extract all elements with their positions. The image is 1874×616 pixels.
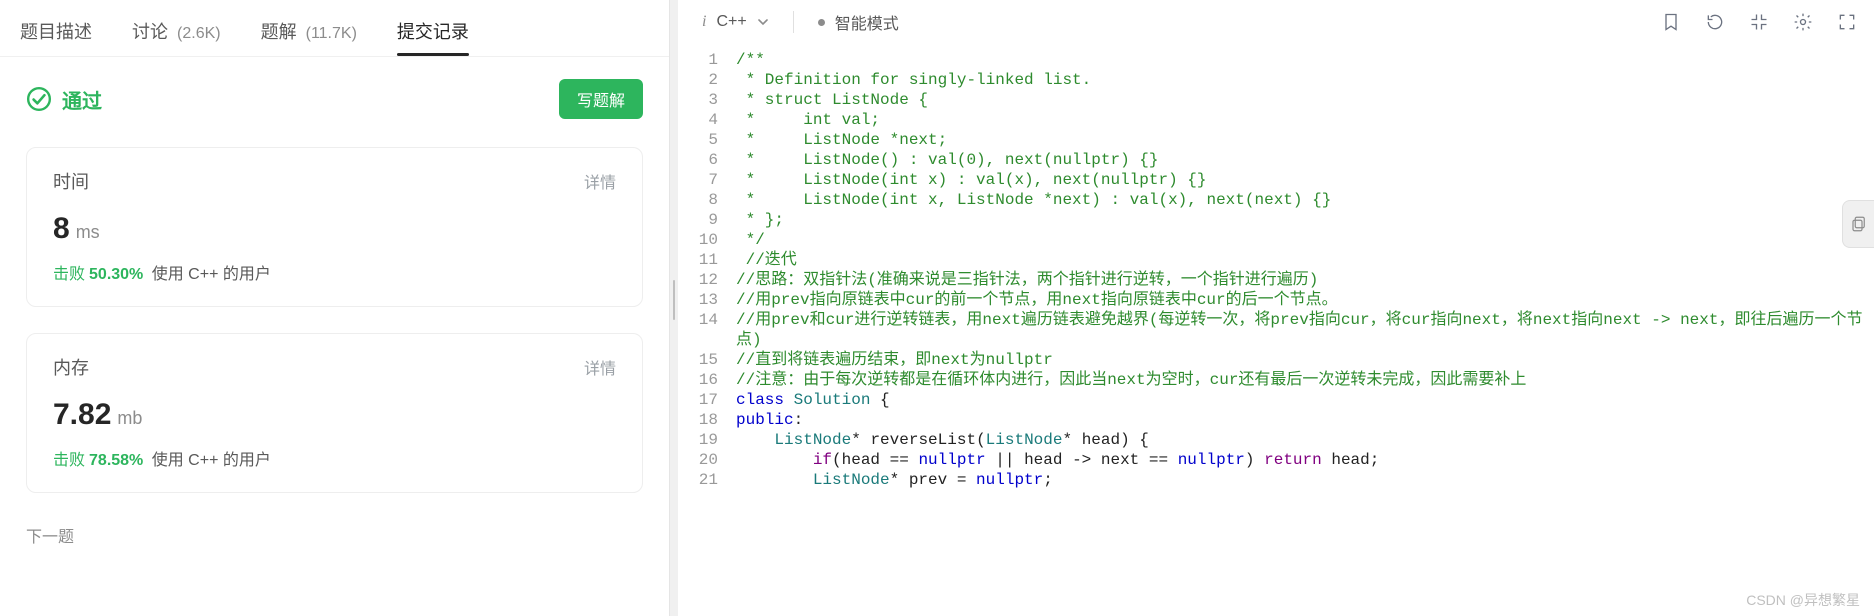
memory-beats: 击败78.58% 使用 C++ 的用户 [53,446,616,470]
info-icon: i [702,13,706,31]
write-solution-button[interactable]: 写题解 [559,79,643,119]
line-number-gutter: 1234567891011121314 15161718192021 [678,44,732,616]
runtime-beats-prefix: 击败 [53,266,85,283]
runtime-unit: ms [76,222,100,242]
memory-beats-prefix: 击败 [53,452,85,469]
memory-beats-suffix: 使用 C++ 的用户 [152,452,271,469]
memory-unit: mb [117,408,142,428]
editor-mode[interactable]: 智能模式 [818,10,899,34]
runtime-beats-suffix: 使用 C++ 的用户 [152,266,271,283]
bookmark-icon[interactable] [1660,11,1682,33]
problem-tabs: 题目描述 讨论 (2.6K) 题解 (11.7K) 提交记录 [0,0,669,57]
settings-icon[interactable] [1792,11,1814,33]
runtime-beats: 击败50.30% 使用 C++ 的用户 [53,260,616,284]
pane-resize-handle[interactable] [670,0,678,616]
tab-submissions[interactable]: 提交记录 [397,18,469,44]
memory-beats-pct: 78.58% [89,452,143,469]
next-question-link[interactable]: 下一题 [26,519,643,557]
check-circle-icon [26,86,52,112]
tab-description[interactable]: 题目描述 [20,18,92,44]
mode-label: 智能模式 [835,10,899,34]
runtime-title: 时间 [53,168,89,194]
memory-value: 7.82 mb [53,398,616,432]
status-text: 通过 [62,85,102,114]
runtime-beats-pct: 50.30% [89,266,143,283]
right-side-tab[interactable] [1842,200,1874,248]
memory-detail-link[interactable]: 详情 [584,355,616,379]
runtime-detail-link[interactable]: 详情 [584,169,616,193]
fullscreen-icon[interactable] [1836,11,1858,33]
submission-status: 通过 [26,85,102,114]
code-editor-pane: i C++ 智能模式 1234567891011121314 15161718 [678,0,1874,616]
runtime-number: 8 [53,212,70,245]
toolbar-divider [793,11,794,33]
memory-card: 内存 详情 7.82 mb 击败78.58% 使用 C++ 的用户 [26,333,643,493]
submission-result-body: 通过 写题解 时间 详情 8ms 击败50.30% 使用 C++ 的用户 [0,57,669,613]
memory-number: 7.82 [53,398,111,431]
problem-left-pane: 题目描述 讨论 (2.6K) 题解 (11.7K) 提交记录 通过 写题解 [0,0,670,616]
shortcuts-icon[interactable] [1748,11,1770,33]
tab-solution-label: 题解 [261,22,297,42]
tab-solution[interactable]: 题解 (11.7K) [261,18,357,44]
mode-dot-icon [818,19,825,26]
editor-toolbar: i C++ 智能模式 [678,0,1874,44]
runtime-value: 8 ms [53,212,616,246]
reset-icon[interactable] [1704,11,1726,33]
language-label: C++ [716,13,746,31]
tab-discussion[interactable]: 讨论 (2.6K) [132,18,221,44]
memory-title: 内存 [53,354,89,380]
code-content[interactable]: /** * Definition for singly-linked list.… [732,44,1874,616]
tab-solution-count: (11.7K) [306,25,357,42]
runtime-card: 时间 详情 8 ms 击败50.30% 使用 C++ 的用户 [26,147,643,307]
tab-discussion-count: (2.6K) [177,25,221,42]
watermark-text: CSDN @异想繁星 [1746,590,1860,610]
chevron-down-icon [757,16,769,28]
language-selector[interactable]: i C++ [702,13,769,31]
code-editor[interactable]: 1234567891011121314 15161718192021 /** *… [678,44,1874,616]
tab-discussion-label: 讨论 [132,22,168,42]
copy-icon [1850,215,1868,233]
